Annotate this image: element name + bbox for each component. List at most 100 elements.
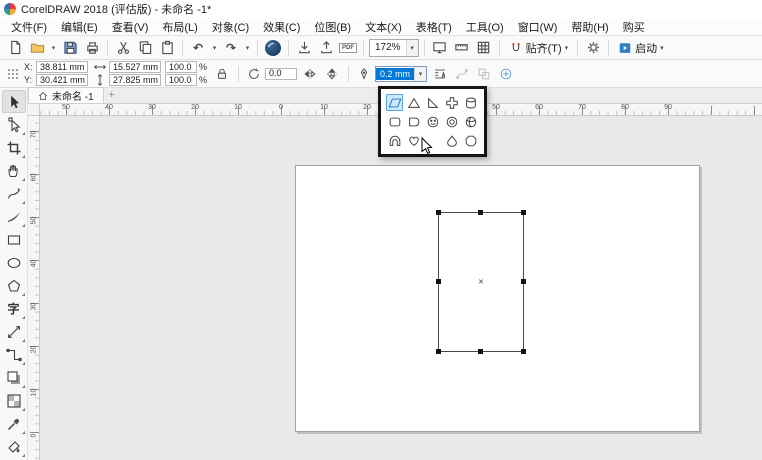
- crop-tool[interactable]: [2, 136, 26, 159]
- redo-button[interactable]: [221, 38, 241, 58]
- shape-triangle-button[interactable]: [405, 94, 422, 111]
- menu-item[interactable]: 工具(O): [459, 19, 511, 35]
- shape-cross-button[interactable]: [443, 94, 460, 111]
- hruler-label: 0: [279, 104, 283, 111]
- shape-parallelogram-button[interactable]: [386, 94, 403, 111]
- cut-button[interactable]: [113, 38, 133, 58]
- menu-item[interactable]: 对象(C): [205, 19, 256, 35]
- transparency-tool[interactable]: [2, 389, 26, 412]
- menu-item[interactable]: 查看(V): [105, 19, 156, 35]
- shape-teardrop-button[interactable]: [443, 132, 460, 149]
- vertical-ruler[interactable]: 706050403020100: [28, 116, 40, 460]
- save-button[interactable]: [60, 38, 80, 58]
- launch-dropdown[interactable]: 启动: [614, 38, 668, 58]
- show-rulers-button[interactable]: [452, 38, 472, 58]
- selection-handle-bottom-right[interactable]: [521, 349, 526, 354]
- show-grid-button[interactable]: [474, 38, 494, 58]
- object-width-field[interactable]: 15.527 mm: [109, 61, 161, 73]
- menu-item[interactable]: 效果(C): [256, 19, 307, 35]
- interactive-fill-tool[interactable]: [2, 435, 26, 458]
- rectangle-tool[interactable]: [2, 228, 26, 251]
- print-button[interactable]: [82, 38, 102, 58]
- common-shapes-tool[interactable]: [2, 274, 26, 297]
- shape-sphere-button[interactable]: [462, 113, 479, 130]
- page[interactable]: ×: [295, 165, 700, 432]
- mirror-horizontal-button[interactable]: [301, 65, 319, 83]
- color-eyedropper-tool[interactable]: [2, 412, 26, 435]
- paste-button[interactable]: [157, 38, 177, 58]
- pan-tool[interactable]: [2, 159, 26, 182]
- outline-width-combobox[interactable]: 0.2 mm: [375, 66, 427, 82]
- pick-tool[interactable]: [2, 90, 26, 113]
- text-tool[interactable]: 字: [2, 297, 26, 320]
- import-button[interactable]: [294, 38, 314, 58]
- dimension-tool[interactable]: [2, 320, 26, 343]
- selection-handle-middle-left[interactable]: [436, 279, 441, 284]
- shape-octagon-button[interactable]: [462, 132, 479, 149]
- copy-attributes-button[interactable]: [475, 65, 493, 83]
- selection-handle-bottom-left[interactable]: [436, 349, 441, 354]
- menu-item[interactable]: 布局(L): [155, 19, 204, 35]
- copy-button[interactable]: [135, 38, 155, 58]
- selection-handle-top-middle[interactable]: [478, 210, 483, 215]
- snap-to-dropdown[interactable]: 贴齐(T): [505, 38, 573, 58]
- undo-flyout-caret[interactable]: [210, 38, 219, 58]
- menu-item[interactable]: 文本(X): [358, 19, 409, 35]
- undo-button[interactable]: [188, 38, 208, 58]
- scale-width-field[interactable]: 100.0: [165, 61, 197, 73]
- menu-item[interactable]: 帮助(H): [564, 19, 615, 35]
- open-flyout-caret[interactable]: [49, 38, 58, 58]
- artistic-media-tool[interactable]: [2, 205, 26, 228]
- shape-heart-button[interactable]: [405, 132, 422, 149]
- zoom-dropdown-caret[interactable]: [406, 40, 418, 56]
- document-tab[interactable]: 未命名 -1: [28, 87, 104, 103]
- shape-donut-button[interactable]: [443, 113, 460, 130]
- selection-center-marker[interactable]: ×: [478, 277, 483, 287]
- connector-tool[interactable]: [2, 343, 26, 366]
- mirror-vertical-button[interactable]: [323, 65, 341, 83]
- menu-item[interactable]: 编辑(E): [54, 19, 105, 35]
- menu-item[interactable]: 购买: [616, 19, 652, 35]
- shape-right-triangle-button[interactable]: [424, 94, 441, 111]
- export-button[interactable]: [316, 38, 336, 58]
- shape-tool[interactable]: [2, 113, 26, 136]
- shape-smiley-button[interactable]: [424, 113, 441, 130]
- ellipse-tool[interactable]: [2, 251, 26, 274]
- drawing-canvas[interactable]: ×: [40, 116, 762, 460]
- quick-customize-button[interactable]: [497, 65, 515, 83]
- shape-d-shape-button[interactable]: [405, 113, 422, 130]
- publish-pdf-button[interactable]: PDF: [338, 38, 358, 58]
- redo-flyout-caret[interactable]: [243, 38, 252, 58]
- drop-shadow-tool[interactable]: [2, 366, 26, 389]
- shape-cylinder-button[interactable]: [462, 94, 479, 111]
- outline-width-caret[interactable]: [414, 67, 426, 81]
- zoom-level-combobox[interactable]: 172%: [369, 39, 419, 57]
- shape-arch-button[interactable]: [386, 132, 403, 149]
- selection-handle-middle-right[interactable]: [521, 279, 526, 284]
- scale-height-field[interactable]: 100.0: [165, 74, 197, 86]
- full-screen-preview-button[interactable]: [430, 38, 450, 58]
- selection-handle-top-right[interactable]: [521, 210, 526, 215]
- y-position-field[interactable]: 30.421 mm: [36, 74, 88, 86]
- selection-handle-top-left[interactable]: [436, 210, 441, 215]
- freehand-tool[interactable]: [2, 182, 26, 205]
- rotation-angle-field[interactable]: 0.0: [265, 68, 297, 80]
- new-document-button[interactable]: [5, 38, 25, 58]
- open-button[interactable]: [27, 38, 47, 58]
- add-page-button[interactable]: +: [104, 87, 120, 103]
- menu-item[interactable]: 表格(T): [409, 19, 459, 35]
- shape-rounded-rectangle-button[interactable]: [386, 113, 403, 130]
- selection-handle-bottom-middle[interactable]: [478, 349, 483, 354]
- options-button[interactable]: [583, 38, 603, 58]
- propbar-separator: [238, 66, 239, 82]
- menu-item[interactable]: 位图(B): [307, 19, 358, 35]
- convert-to-curves-button[interactable]: [453, 65, 471, 83]
- lock-ratio-button[interactable]: [213, 65, 231, 83]
- menu-item[interactable]: 文件(F): [4, 19, 54, 35]
- menu-item[interactable]: 窗口(W): [511, 19, 565, 35]
- x-position-field[interactable]: 38.811 mm: [36, 61, 88, 73]
- object-height-field[interactable]: 27.825 mm: [109, 74, 161, 86]
- wrap-text-button[interactable]: [431, 65, 449, 83]
- selected-rectangle[interactable]: ×: [438, 212, 524, 352]
- search-content-button[interactable]: [263, 38, 283, 58]
